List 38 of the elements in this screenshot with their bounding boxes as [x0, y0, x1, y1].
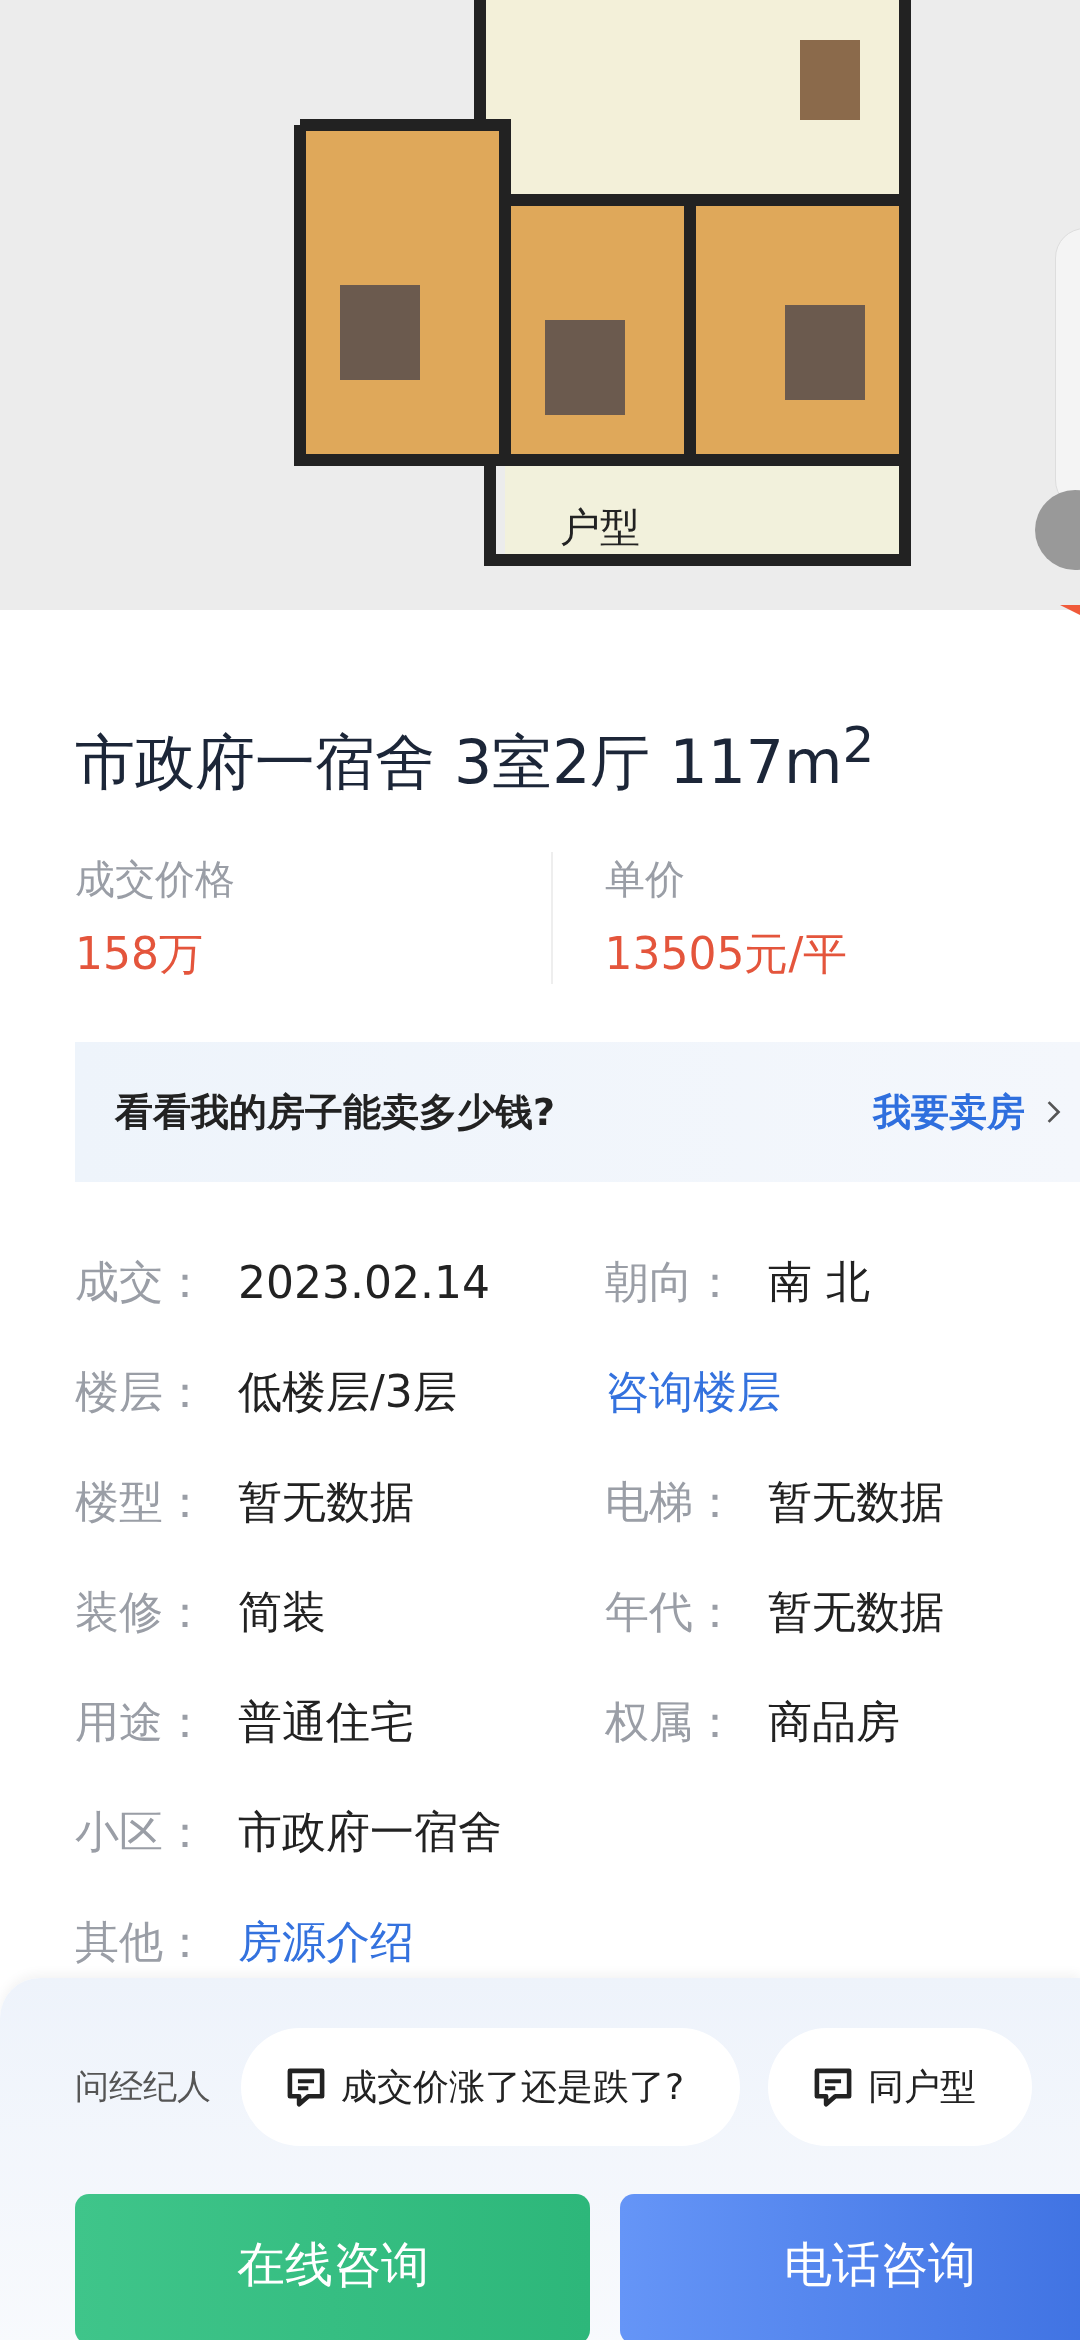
detail-label: 电梯： [605, 1474, 738, 1529]
banner-text: 看看我的房子能卖多少钱? [115, 1088, 557, 1136]
corner-tag-icon [1060, 605, 1080, 615]
detail-value: 普通住宅 [238, 1694, 414, 1749]
detail-link[interactable]: 房源介绍 [238, 1912, 414, 1972]
detail-value: 商品房 [768, 1694, 900, 1749]
question-chip[interactable]: 同户型 [768, 2028, 1033, 2146]
ask-agent-label: 问经纪人 [75, 2065, 211, 2108]
detail-value: 暂无数据 [238, 1474, 414, 1529]
detail-label: 朝向： [605, 1254, 738, 1309]
detail-label: 权属： [605, 1694, 738, 1749]
detail-label: 小区： [75, 1804, 208, 1859]
detail-label: 装修： [75, 1584, 208, 1639]
detail-link[interactable]: 咨询楼层 [605, 1362, 781, 1422]
sell-link[interactable]: 我要卖房 [873, 1086, 1025, 1138]
floorplan-tab-label[interactable]: 户型 [560, 500, 640, 555]
detail-value: 暂无数据 [768, 1474, 944, 1529]
detail-value: 2023.02.14 [238, 1256, 490, 1308]
detail-value: 南 北 [768, 1254, 870, 1309]
price-value: 158万 [75, 927, 204, 981]
detail-value: 市政府一宿舍 [238, 1804, 502, 1859]
detail-label: 年代： [605, 1584, 738, 1639]
detail-value: 低楼层/3层 [238, 1364, 457, 1419]
consult-button[interactable]: 在线咨询 [75, 2194, 590, 2340]
detail-label: 用途： [75, 1694, 208, 1749]
consult-button[interactable]: 电话咨询 [620, 2194, 1080, 2340]
detail-label: 其他： [75, 1914, 208, 1969]
question-chip[interactable]: 成交价涨了还是跌了? [241, 2028, 741, 2146]
chevron-right-icon [1045, 1098, 1063, 1126]
price-label: 单价 [604, 855, 686, 904]
detail-label: 成交： [75, 1254, 208, 1309]
price-label: 成交价格 [75, 855, 236, 904]
detail-label: 楼型： [75, 1474, 208, 1529]
detail-value: 简装 [238, 1584, 326, 1639]
price-value: 13505元/平 [604, 927, 849, 981]
listing-title: 市政府一宿舍 3室2厅 117m$^{2}$ [75, 715, 876, 799]
detail-value: 暂无数据 [768, 1584, 944, 1639]
detail-label: 楼层： [75, 1364, 208, 1419]
